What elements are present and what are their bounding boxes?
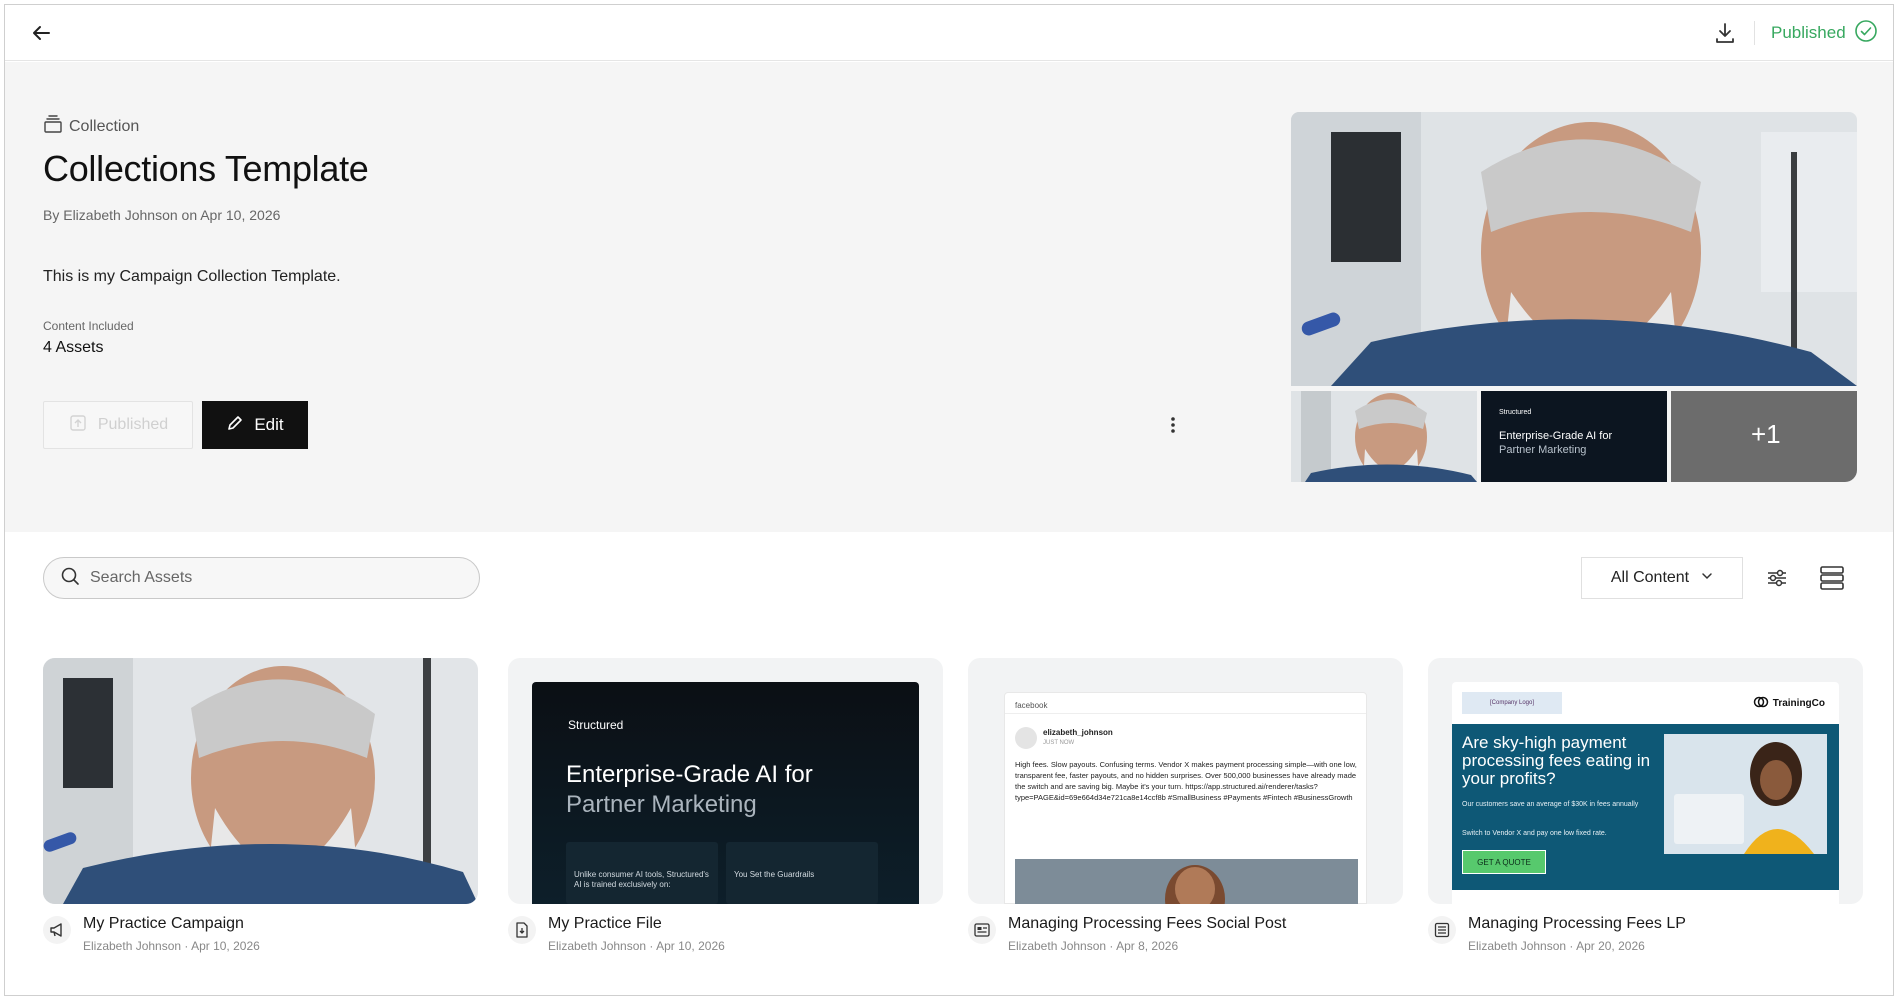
social-post-icon [968, 916, 996, 944]
social-post-image [1015, 859, 1358, 904]
content-included-value: 4 Assets [43, 339, 104, 356]
document-headline-main: Enterprise-Grade AI for [566, 761, 813, 788]
published-status[interactable]: Published [1771, 19, 1878, 47]
thumbnail-brand: Structured [1499, 409, 1532, 416]
published-button-label: Published [97, 416, 169, 433]
asset-card[interactable]: facebook elizabeth_johnson JUST NOW High… [968, 658, 1403, 958]
asset-meta: Managing Processing Fees LP Elizabeth Jo… [1428, 904, 1863, 958]
byline: By Elizabeth Johnson on Apr 10, 2026 [43, 207, 281, 223]
asset-meta: My Practice Campaign Elizabeth Johnson ·… [43, 904, 478, 958]
collection-kind: Collection [43, 114, 139, 139]
document-panel: Unlike consumer AI tools, Structured's A… [566, 842, 718, 904]
social-post-text: High fees. Slow payouts. Confusing terms… [1015, 760, 1357, 802]
thumbnail-title: Enterprise-Grade AI for Partner Marketin… [1499, 429, 1649, 457]
document-panel-text: Unlike consumer AI tools, Structured's A… [574, 870, 709, 889]
arrow-left-icon[interactable] [27, 19, 55, 47]
collection-kind-label: Collection [69, 117, 140, 135]
megaphone-icon [43, 916, 71, 944]
more-thumbnails-count: +1 [1751, 419, 1781, 449]
asset-title: Managing Processing Fees Social Post [1008, 915, 1287, 932]
published-button[interactable]: Published [43, 401, 193, 449]
content-filter-select[interactable]: All Content [1581, 557, 1743, 599]
document-preview: Structured Enterprise-Grade AI for Partn… [532, 682, 919, 904]
asset-subtitle: Elizabeth Johnson · Apr 20, 2026 [1468, 939, 1645, 953]
file-download-icon [508, 916, 536, 944]
more-thumbnails[interactable]: +1 [1671, 391, 1857, 482]
edit-button[interactable]: Edit [202, 401, 308, 449]
search-input[interactable] [90, 569, 450, 587]
landing-page-image [1664, 734, 1827, 854]
collection-stack-icon [43, 114, 63, 139]
edit-button-label: Edit [254, 415, 284, 434]
landing-page-hero: Are sky-high payment processing fees eat… [1452, 724, 1839, 890]
social-user: elizabeth_johnson [1043, 728, 1113, 737]
more-vertical-icon[interactable] [1161, 410, 1185, 440]
divider [1005, 713, 1366, 714]
asset-subtitle: Elizabeth Johnson · Apr 10, 2026 [548, 939, 725, 953]
company-logo-placeholder: [Company Logo] [1462, 692, 1562, 714]
list-view-icon[interactable] [1817, 563, 1847, 593]
content-filter-value: All Content [1610, 569, 1690, 586]
asset-card[interactable]: My Practice Campaign Elizabeth Johnson ·… [43, 658, 478, 958]
asset-card[interactable]: [Company Logo] TrainingCo Are sky-high p… [1428, 658, 1863, 958]
asset-preview: [Company Logo] TrainingCo Are sky-high p… [1428, 658, 1863, 904]
document-headline: Enterprise-Grade AI for Partner Marketin… [566, 760, 866, 820]
check-circle-icon [1854, 19, 1878, 48]
asset-meta: My Practice File Elizabeth Johnson · Apr… [508, 904, 943, 958]
brand-name: TrainingCo [1772, 698, 1825, 709]
social-time: JUST NOW [1043, 740, 1075, 746]
page-title: Collections Template [43, 148, 369, 189]
document-panel: You Set the Guardrails [726, 842, 878, 904]
description: This is my Campaign Collection Template. [43, 268, 341, 285]
asset-title: My Practice Campaign [83, 915, 244, 932]
download-icon[interactable] [1711, 19, 1739, 47]
asset-subtitle: Elizabeth Johnson · Apr 8, 2026 [1008, 939, 1179, 953]
asset-meta: Managing Processing Fees Social Post Eli… [968, 904, 1403, 958]
thumbnail-title-main: Enterprise-Grade AI for [1499, 430, 1613, 442]
sliders-icon[interactable] [1763, 564, 1791, 592]
brand-logo: TrainingCo [1753, 694, 1825, 713]
published-status-label: Published [1771, 23, 1846, 42]
landing-page-cta: GET A QUOTE [1462, 850, 1546, 874]
search-box [43, 557, 480, 599]
asset-preview: Structured Enterprise-Grade AI for Partn… [508, 658, 943, 904]
search-icon [60, 566, 80, 591]
asset-title: My Practice File [548, 915, 662, 932]
landing-page-subtext: Switch to Vendor X and pay one low fixed… [1462, 830, 1607, 837]
landing-page-subtext: Our customers save an average of $30K in… [1462, 801, 1639, 808]
pencil-icon [226, 414, 244, 437]
landing-page-icon [1428, 916, 1456, 944]
chevron-down-icon [1701, 569, 1713, 587]
landing-page-headline: Are sky-high payment processing fees eat… [1462, 733, 1651, 788]
landing-page-preview: [Company Logo] TrainingCo Are sky-high p… [1452, 682, 1839, 904]
document-headline-dim: Partner Marketing [566, 791, 757, 818]
document-brand: Structured [568, 718, 624, 732]
avatar [1015, 727, 1037, 749]
cover-thumbnail[interactable] [1291, 391, 1477, 482]
content-included-label: Content Included [43, 319, 134, 333]
asset-card[interactable]: Structured Enterprise-Grade AI for Partn… [508, 658, 943, 958]
thumbnail-title-dim: Partner Marketing [1499, 444, 1587, 456]
collection-header: Collection Collections Template By Eliza… [5, 62, 1893, 532]
top-bar: Published [5, 5, 1893, 61]
divider [1754, 21, 1755, 45]
publish-icon [68, 413, 88, 438]
social-post-preview: facebook elizabeth_johnson JUST NOW High… [1004, 692, 1367, 904]
app-window: Published Collection Collections Templat… [4, 4, 1894, 996]
cover-image [1291, 112, 1857, 386]
social-network-label: facebook [1015, 701, 1048, 710]
asset-preview [43, 658, 478, 904]
asset-preview: facebook elizabeth_johnson JUST NOW High… [968, 658, 1403, 904]
brand-logo-icon [1753, 694, 1769, 713]
document-thumbnail[interactable]: Structured Enterprise-Grade AI for Partn… [1481, 391, 1667, 482]
asset-subtitle: Elizabeth Johnson · Apr 10, 2026 [83, 939, 260, 953]
asset-title: Managing Processing Fees LP [1468, 915, 1686, 932]
document-panel-text: You Set the Guardrails [734, 870, 815, 879]
